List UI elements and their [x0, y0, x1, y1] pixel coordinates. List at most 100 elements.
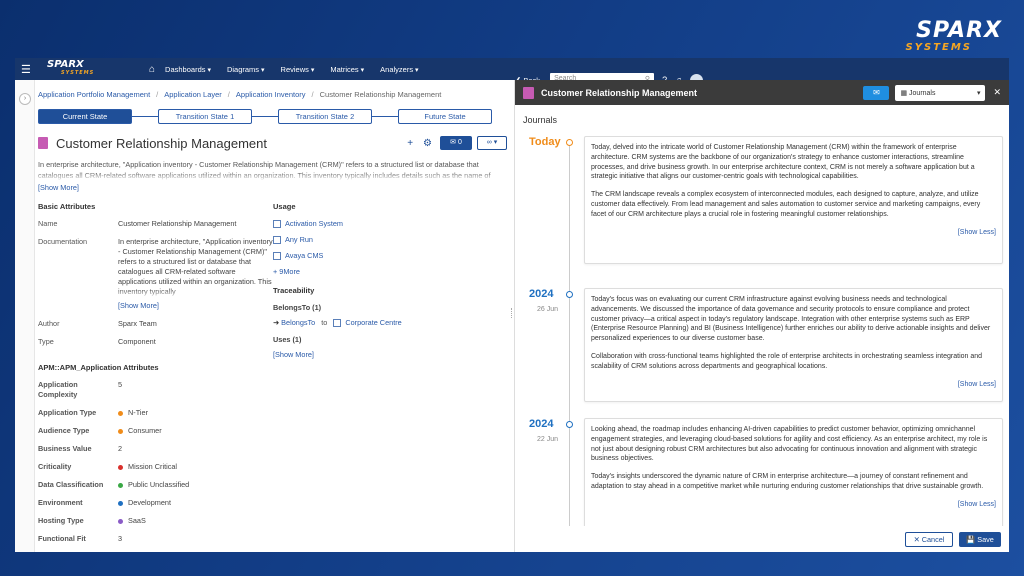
element-icon — [333, 318, 342, 327]
state-connector — [132, 115, 158, 117]
apm-attribute-row: Hosting Type SaaS — [38, 516, 507, 526]
expand-icon[interactable]: › — [19, 93, 31, 105]
breadcrumb-item[interactable]: Application Inventory — [236, 90, 306, 99]
menu-item-matrices[interactable]: Matrices — [330, 65, 364, 74]
app-logo[interactable]: SPARX SYSTEMS — [47, 60, 127, 78]
apm-attribute-row: Data Classification Public Unclassified — [38, 480, 507, 490]
apm-attribute-label: Data Classification — [38, 480, 104, 489]
documentation-label: Documentation — [38, 237, 88, 246]
show-less-link[interactable]: [Show Less] — [591, 500, 996, 510]
apm-attribute-label: Application Complexity — [38, 380, 78, 399]
chat-button[interactable]: ✉ — [863, 85, 890, 100]
show-less-link[interactable]: [Show Less] — [591, 380, 996, 390]
breadcrumb-item[interactable]: Application Portfolio Management — [38, 90, 150, 99]
uses-heading: Uses (1) — [273, 335, 302, 344]
apm-attribute-label: Hosting Type — [38, 516, 84, 525]
menu-item-diagrams[interactable]: Diagrams — [227, 65, 265, 74]
journal-timeline: Today Today, delved into the intricate wo… — [515, 136, 1009, 526]
comment-button[interactable]: ✉ 0 — [440, 136, 472, 150]
apm-attribute-label: Environment — [38, 498, 83, 507]
breadcrumb-separator: / — [311, 90, 314, 99]
status-dot-icon — [118, 428, 123, 434]
corporate-centre-link[interactable]: Corporate Centre — [345, 318, 401, 327]
belongs-to-link[interactable]: BelongsTo — [281, 318, 315, 327]
brand-sub: SYSTEMS — [905, 42, 972, 53]
apm-attribute-label: Business Value — [38, 444, 92, 453]
name-value: Customer Relationship Management — [118, 219, 237, 228]
left-rail: › — [15, 80, 35, 552]
share-button[interactable]: ∞ ▾ — [477, 136, 507, 150]
cancel-button[interactable]: ✕ Cancel — [905, 531, 953, 547]
top-nav: ☰ SPARXSYSTEMS ⌂ Dashboards Diagrams Revie… — [15, 58, 1009, 87]
save-button[interactable]: 💾 Save — [959, 531, 1001, 547]
status-dot-icon — [118, 410, 123, 416]
show-more-link[interactable]: [Show More] — [38, 183, 507, 192]
status-dot-icon — [118, 500, 123, 506]
journal-card[interactable]: Looking ahead, the roadmap includes enha… — [584, 418, 1003, 526]
timeline-node-icon — [566, 421, 573, 428]
usage-item[interactable]: Any Run — [273, 235, 507, 244]
app-window: ☰ SPARXSYSTEMS ⌂ Dashboards Diagrams Revie… — [15, 58, 1009, 552]
type-label: Type — [38, 337, 54, 346]
state-connector — [252, 115, 278, 117]
tab-state-3[interactable]: Transition State 2 — [278, 108, 372, 124]
journal-text: Today's focus was on evaluating our curr… — [591, 296, 991, 343]
component-icon — [38, 137, 48, 149]
apm-attribute-row: Criticality Mission Critical — [38, 462, 507, 472]
trace-show-more-link[interactable]: [Show More] — [273, 350, 507, 359]
status-dot-icon — [118, 518, 123, 524]
status-dot-icon — [118, 464, 123, 470]
apm-attribute-label: Application Type — [38, 408, 97, 417]
apm-attribute-label: Criticality — [38, 462, 72, 471]
tab-state-2[interactable]: Transition State 1 — [158, 108, 252, 124]
menu-item-reviews[interactable]: Reviews — [281, 65, 315, 74]
usage-item[interactable]: Avaya CMS — [273, 251, 507, 260]
type-value: Component — [118, 337, 156, 346]
menu-item-analyzers[interactable]: Analyzers — [380, 65, 418, 74]
journal-card[interactable]: Today's focus was on evaluating our curr… — [584, 288, 1003, 402]
close-icon[interactable]: ✕ — [993, 87, 1001, 98]
status-dot-icon — [118, 482, 123, 488]
element-panel: › Application Portfolio Management / Appli… — [15, 80, 513, 552]
application-icon — [273, 251, 281, 260]
menu-item-dashboards[interactable]: Dashboards — [165, 65, 211, 74]
home-icon[interactable]: ⌂ — [149, 64, 155, 75]
application-icon — [273, 219, 281, 228]
apm-attribute-value: N-Tier — [118, 408, 507, 418]
state-tabs: Current State Transition State 1 Transitio… — [38, 107, 507, 125]
usage-item-label: Avaya CMS — [285, 251, 324, 260]
tab-state-1[interactable]: Current State — [38, 108, 132, 124]
journal-text: Today's insights underscored the dynamic… — [591, 473, 984, 490]
main-menu: Dashboards Diagrams Reviews Matrices Analyze… — [165, 65, 435, 74]
journal-panel-title: Customer Relationship Management — [541, 87, 698, 98]
breadcrumb-item[interactable]: Application Layer — [164, 90, 222, 99]
apm-attribute-value: 5 — [118, 380, 123, 389]
gear-icon[interactable]: ⚙ — [423, 138, 432, 149]
hamburger-icon[interactable]: ☰ — [21, 63, 35, 76]
brand-name: SPARX — [916, 18, 1002, 43]
breadcrumb-separator: / — [227, 90, 230, 99]
journal-text: Collaboration with cross-functional team… — [591, 352, 983, 370]
doc-show-more-link[interactable]: [Show More] — [118, 301, 273, 311]
usage-more-link[interactable]: + 9More — [273, 267, 507, 276]
apm-attribute-value: 3 — [118, 534, 123, 543]
apm-attribute-row: Audience Type Consumer — [38, 426, 507, 436]
belongs-to-heading: BelongsTo (1) — [273, 303, 322, 312]
application-icon — [273, 235, 281, 244]
traceability-heading: Traceability — [273, 286, 315, 295]
author-label: Author — [38, 319, 60, 328]
state-connector — [372, 115, 398, 117]
apm-attribute-row: Business Value 2 — [38, 444, 507, 454]
journal-type-select[interactable]: ▦ Journals ▾ — [895, 84, 986, 101]
journal-date: Today — [529, 136, 561, 148]
journal-text: Looking ahead, the roadmap includes enha… — [591, 426, 988, 463]
page-title: Customer Relationship Management — [56, 135, 267, 151]
tab-state-4[interactable]: Future State — [398, 108, 492, 124]
usage-item[interactable]: Activation System — [273, 219, 507, 228]
add-icon[interactable]: + — [407, 138, 413, 149]
breadcrumb: Application Portfolio Management / Applica… — [38, 80, 507, 102]
journal-card[interactable]: Today, delved into the intricate world o… — [584, 136, 1003, 264]
show-less-link[interactable]: [Show Less] — [591, 228, 996, 238]
chevron-down-icon: ▾ — [976, 89, 981, 97]
usage-item-label: Activation System — [285, 219, 343, 228]
